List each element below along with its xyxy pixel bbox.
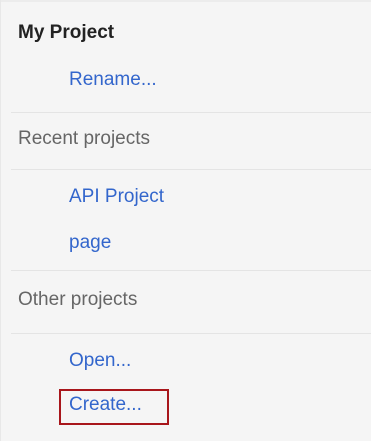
create-project-link[interactable]: Create... [69,394,142,416]
rename-link[interactable]: Rename... [69,69,157,91]
divider [11,169,371,170]
divider [11,270,371,271]
current-project-title: My Project [18,22,115,43]
divider [11,333,371,334]
top-divider [1,0,371,2]
divider [11,112,371,113]
recent-project-page[interactable]: page [69,232,111,254]
recent-projects-heading: Recent projects [18,128,151,149]
open-project-link[interactable]: Open... [69,350,131,372]
recent-project-api-project[interactable]: API Project [69,186,164,208]
other-projects-heading: Other projects [18,289,138,310]
project-menu: My Project Rename... Recent projects API… [0,0,371,441]
